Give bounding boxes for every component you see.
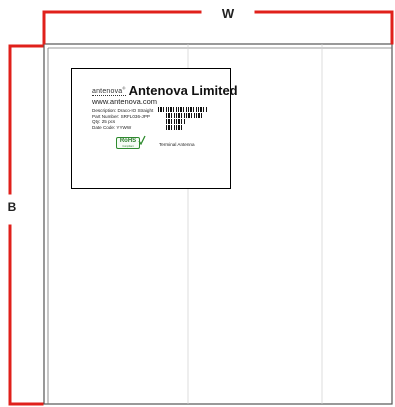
- packaging-diagram: W B antenova® Antenova Limited www.anteno…: [0, 0, 395, 407]
- height-marker: [8, 44, 44, 406]
- diagram-lines: [8, 10, 394, 406]
- width-marker-label: W: [221, 6, 235, 21]
- product-label: antenova® Antenova Limited www.antenova.c…: [71, 68, 238, 189]
- date-code-line: Date Code: YYWW: [92, 124, 132, 130]
- barcode-4: [166, 125, 184, 130]
- company-name: Antenova Limited: [128, 83, 238, 98]
- rohs-badge: RoHS Compliant: [116, 137, 140, 149]
- product-type-text: Terminal Antenna: [159, 142, 195, 147]
- height-marker-label: B: [7, 200, 17, 214]
- barcode-1: [158, 107, 208, 112]
- barcode-group: [158, 107, 208, 137]
- barcode-3: [166, 119, 186, 124]
- barcode-2: [166, 113, 202, 118]
- description-line: Description: Draco-IO Straight: [92, 108, 154, 113]
- label-info-lines: Description: Draco-IO Straight Part Numb…: [92, 108, 153, 130]
- website-text: www.antenova.com: [92, 97, 158, 106]
- rohs-subtext: Compliant: [122, 145, 134, 148]
- checkmark-icon: [138, 135, 146, 145]
- rohs-text: RoHS: [119, 138, 137, 144]
- antenova-logo: antenova®: [92, 85, 126, 96]
